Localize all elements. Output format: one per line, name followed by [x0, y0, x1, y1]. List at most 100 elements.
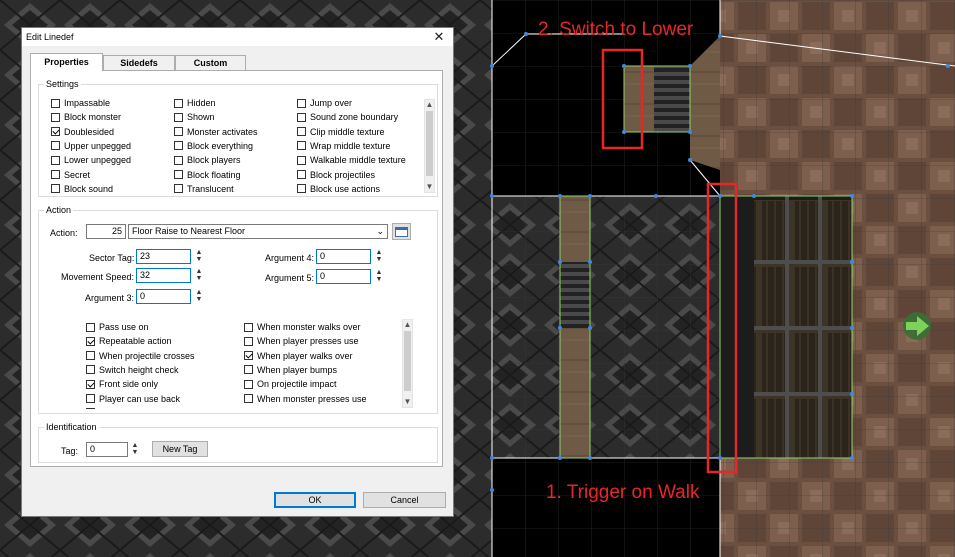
activation-flag-label: When monster walks over [257, 322, 361, 332]
new-tag-button[interactable]: New Tag [152, 441, 208, 457]
tag-stepper[interactable]: ▲ ▼ [131, 442, 139, 457]
settings-flag-checkbox[interactable]: Block sound [51, 183, 113, 193]
action-select[interactable]: Floor Raise to Nearest Floor ⌄ [128, 224, 388, 239]
action-number-input[interactable]: 25 [86, 224, 126, 239]
activation-flag-checkbox[interactable]: Front side only [86, 378, 158, 390]
activation-flag-checkbox[interactable]: When monster walks over [244, 321, 361, 333]
argument3-stepper[interactable]: ▲ ▼ [195, 289, 203, 304]
scroll-up-icon[interactable]: ▲ [403, 320, 412, 330]
scroll-up-icon[interactable]: ▲ [425, 100, 434, 110]
activation-flag-checkbox[interactable]: Switch height check [86, 364, 179, 376]
checkbox-empty-icon[interactable] [51, 170, 60, 179]
checkbox-empty-icon[interactable] [86, 394, 95, 403]
checkbox-checked-icon[interactable] [244, 351, 253, 361]
activation-flag-checkbox[interactable]: When player presses use [244, 335, 359, 347]
checkbox-checked-icon[interactable] [86, 336, 95, 346]
checkbox-checked-icon[interactable] [51, 127, 60, 137]
tab-properties[interactable]: Properties [30, 53, 103, 71]
settings-flag-checkbox[interactable]: Upper unpegged [51, 140, 131, 152]
scroll-thumb[interactable] [426, 111, 433, 176]
settings-flag-checkbox[interactable]: Shown [174, 111, 215, 123]
argument5-stepper[interactable]: ▲ ▼ [375, 269, 383, 284]
checkbox-empty-icon[interactable] [244, 394, 253, 403]
settings-flag-checkbox[interactable]: Block monster [51, 111, 121, 123]
checkbox-empty-icon[interactable] [297, 170, 306, 179]
checkbox-empty-icon[interactable] [86, 322, 95, 332]
settings-flag-checkbox[interactable]: Secret [51, 169, 90, 181]
settings-flag-checkbox[interactable]: Block use actions [297, 183, 380, 193]
settings-flag-checkbox[interactable]: Block floating [174, 169, 241, 181]
checkbox-empty-icon[interactable] [174, 170, 183, 179]
settings-flag-checkbox[interactable]: Sound zone boundary [297, 111, 398, 123]
activation-flag-checkbox[interactable]: When monsters bumps [86, 407, 192, 409]
activation-flag-checkbox[interactable]: When player walks over [244, 350, 353, 362]
close-icon[interactable]: ✕ [425, 28, 453, 46]
activation-flag-checkbox[interactable]: When projectile crosses [86, 350, 195, 362]
checkbox-empty-icon[interactable] [174, 141, 183, 151]
checkbox-empty-icon[interactable] [51, 98, 60, 108]
argument4-input[interactable]: 0 [316, 249, 371, 264]
settings-flag-checkbox[interactable]: Block everything [174, 140, 253, 152]
checkbox-empty-icon[interactable] [297, 141, 306, 151]
sector-tag-input[interactable]: 23 [136, 249, 191, 264]
activation-flag-checkbox[interactable]: On projectile impact [244, 378, 337, 390]
activation-flag-checkbox[interactable]: Pass use on [86, 321, 149, 333]
activation-scrollbar[interactable]: ▲ ▼ [402, 319, 413, 408]
checkbox-empty-icon[interactable] [174, 155, 183, 165]
checkbox-empty-icon[interactable] [244, 336, 253, 346]
checkbox-empty-icon[interactable] [174, 127, 183, 137]
movement-speed-stepper[interactable]: ▲ ▼ [195, 268, 203, 283]
settings-flag-checkbox[interactable]: Impassable [51, 97, 110, 109]
argument5-input[interactable]: 0 [316, 269, 371, 284]
activation-flag-checkbox[interactable]: When player bumps [244, 364, 337, 376]
checkbox-empty-icon[interactable] [86, 408, 95, 409]
activation-flag-checkbox[interactable]: Repeatable action [86, 335, 172, 347]
settings-flag-checkbox[interactable]: Translucent [174, 183, 234, 193]
settings-scrollbar[interactable]: ▲ ▼ [424, 99, 435, 193]
checkbox-empty-icon[interactable] [297, 155, 306, 165]
settings-flag-checkbox[interactable]: Walkable middle texture [297, 154, 406, 166]
settings-flag-checkbox[interactable]: Hidden [174, 97, 216, 109]
scroll-thumb[interactable] [404, 331, 411, 391]
checkbox-empty-icon[interactable] [86, 365, 95, 375]
sector-tag-stepper[interactable]: ▲ ▼ [195, 249, 203, 264]
checkbox-empty-icon[interactable] [86, 351, 95, 361]
player-start-arrow-icon[interactable] [903, 312, 931, 340]
cancel-button[interactable]: Cancel [363, 492, 446, 508]
checkbox-empty-icon[interactable] [244, 365, 253, 375]
checkbox-empty-icon[interactable] [174, 98, 183, 108]
settings-flag-checkbox[interactable]: Block players [174, 154, 241, 166]
tag-input[interactable]: 0 [86, 442, 128, 457]
settings-flag-checkbox[interactable]: Wrap middle texture [297, 140, 390, 152]
tab-custom[interactable]: Custom [175, 55, 246, 70]
checkbox-empty-icon[interactable] [297, 98, 306, 108]
checkbox-empty-icon[interactable] [174, 184, 183, 193]
checkbox-empty-icon[interactable] [297, 127, 306, 137]
checkbox-empty-icon[interactable] [51, 184, 60, 193]
settings-flag-checkbox[interactable]: Doublesided [51, 126, 114, 138]
checkbox-empty-icon[interactable] [174, 112, 183, 122]
checkbox-empty-icon[interactable] [297, 112, 306, 122]
settings-flag-checkbox[interactable]: Block projectiles [297, 169, 375, 181]
activation-flag-checkbox[interactable]: Player can use back [86, 393, 180, 405]
scroll-down-icon[interactable]: ▼ [403, 397, 412, 407]
ok-button[interactable]: OK [274, 492, 356, 508]
settings-flag-checkbox[interactable]: Jump over [297, 97, 352, 109]
settings-flag-checkbox[interactable]: Lower unpegged [51, 154, 131, 166]
tab-sidedefs[interactable]: Sidedefs [103, 55, 175, 70]
action-browse-button[interactable] [392, 223, 411, 240]
checkbox-empty-icon[interactable] [297, 184, 306, 193]
argument3-input[interactable]: 0 [136, 289, 191, 304]
settings-flag-checkbox[interactable]: Monster activates [174, 126, 258, 138]
checkbox-checked-icon[interactable] [86, 379, 95, 389]
checkbox-empty-icon[interactable] [51, 155, 60, 165]
checkbox-empty-icon[interactable] [51, 141, 60, 151]
scroll-down-icon[interactable]: ▼ [425, 182, 434, 192]
checkbox-empty-icon[interactable] [244, 379, 253, 389]
settings-flag-checkbox[interactable]: Clip middle texture [297, 126, 385, 138]
activation-flag-checkbox[interactable]: When monster presses use [244, 393, 367, 405]
checkbox-empty-icon[interactable] [244, 322, 253, 332]
checkbox-empty-icon[interactable] [51, 112, 60, 122]
movement-speed-input[interactable]: 32 [136, 268, 191, 283]
argument4-stepper[interactable]: ▲ ▼ [375, 249, 383, 264]
